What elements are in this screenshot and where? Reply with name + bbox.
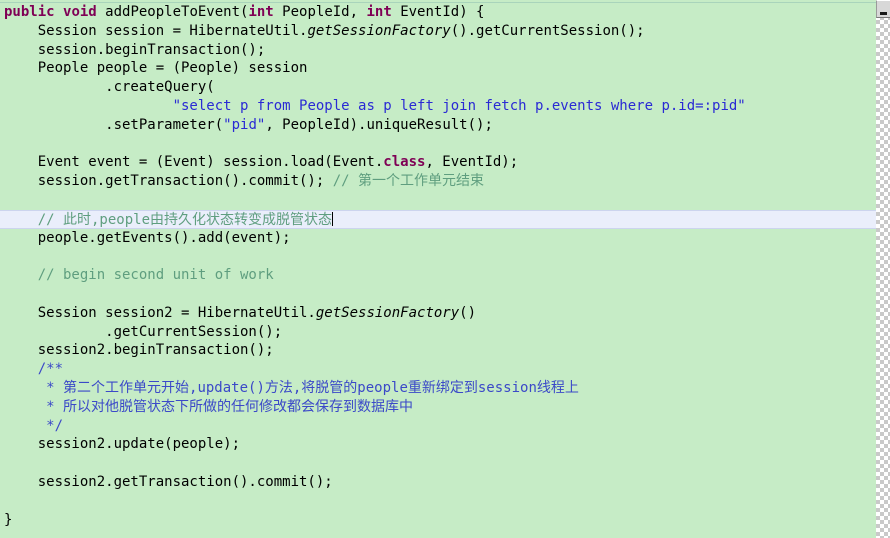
code-token-plain: } (4, 511, 13, 528)
code-line[interactable]: session.getTransaction().commit(); // 第一… (0, 172, 876, 191)
code-token-cmt: // 此时,people由持久化状态转变成脱管状态 (37, 211, 333, 228)
code-line[interactable]: "select p from People as p left join fet… (0, 97, 876, 116)
code-token-plain: .setParameter( (4, 116, 224, 133)
code-token-kw: int (248, 4, 274, 20)
code-token-plain: session2.beginTransaction(); (4, 342, 274, 359)
code-line[interactable]: */ (0, 417, 876, 436)
code-token-plain: session2.getTransaction().commit(); (4, 473, 333, 490)
code-token-str: "select p from People as p left join fet… (172, 97, 746, 114)
code-line[interactable]: } (0, 511, 876, 530)
code-line[interactable]: // 此时,people由持久化状态转变成脱管状态 (0, 209, 876, 229)
code-line[interactable]: session2.beginTransaction(); (0, 341, 876, 360)
text-caret (332, 211, 334, 226)
code-line[interactable]: Session session2 = HibernateUtil.getSess… (0, 304, 876, 323)
code-line[interactable]: .setParameter("pid", PeopleId).uniqueRes… (0, 116, 876, 135)
code-token-plain: Session session = HibernateUtil. (4, 22, 308, 39)
code-line[interactable] (0, 135, 876, 154)
code-token-plain: , PeopleId).uniqueResult(); (265, 116, 493, 133)
code-line[interactable] (0, 454, 876, 473)
code-line[interactable]: public void addPeopleToEvent(int PeopleI… (0, 3, 876, 22)
scroll-up-button[interactable] (876, 0, 890, 18)
code-token-plain: people.getEvents().add(event); (4, 229, 291, 246)
scrollbar-track[interactable] (876, 0, 890, 538)
code-line[interactable]: people.getEvents().add(event); (0, 229, 876, 248)
code-token-plain: PeopleId, (273, 4, 367, 20)
code-token-kw: public (4, 4, 55, 20)
code-line[interactable] (0, 191, 876, 210)
code-token-str: "pid" (223, 116, 266, 133)
code-token-plain: People people = (People) session (4, 60, 308, 77)
code-token-kw: void (63, 4, 97, 20)
code-line[interactable]: // begin second unit of work (0, 266, 876, 285)
code-token-plain: session.beginTransaction(); (4, 41, 266, 58)
code-token-doc: * 所以对他脱管状态下所做的任何修改都会保存到数据库中 (46, 398, 414, 415)
code-token-ital: getSessionFactory (307, 22, 451, 39)
code-line[interactable]: session2.update(people); (0, 435, 876, 454)
code-line[interactable]: * 所以对他脱管状态下所做的任何修改都会保存到数据库中 (0, 398, 876, 417)
code-line[interactable]: .getCurrentSession(); (0, 323, 876, 342)
code-line[interactable] (0, 492, 876, 511)
code-token-ital: getSessionFactory (315, 304, 460, 321)
code-token-doc: */ (46, 417, 64, 434)
code-line[interactable]: People people = (People) session (0, 59, 876, 78)
code-line[interactable]: /** (0, 360, 876, 379)
code-token-doc: * 第二个工作单元开始,update()方法,将脱管的people重新绑定到se… (46, 379, 579, 396)
code-token-plain: Event event = (Event) session.load(Event… (4, 154, 384, 171)
code-line[interactable]: * 第二个工作单元开始,update()方法,将脱管的people重新绑定到se… (0, 379, 876, 398)
code-token-plain: Session session2 = HibernateUtil. (4, 304, 316, 321)
code-token-kw: class (383, 154, 426, 171)
code-text-area[interactable]: public void addPeopleToEvent(int PeopleI… (0, 3, 876, 538)
code-line[interactable]: session2.getTransaction().commit(); (0, 473, 876, 492)
code-line[interactable] (0, 247, 876, 266)
code-token-plain: .getCurrentSession(); (4, 323, 283, 340)
code-line[interactable]: .createQuery( (0, 78, 876, 97)
code-line[interactable]: session.beginTransaction(); (0, 41, 876, 60)
code-token-kw: int (366, 4, 392, 20)
code-token-plain: () (459, 304, 477, 321)
code-line[interactable]: Event event = (Event) session.load(Event… (0, 153, 876, 172)
chevron-up-icon (880, 12, 887, 15)
code-token-plain: EventId) { (391, 4, 485, 20)
code-line[interactable] (0, 285, 876, 304)
code-token-plain: session.getTransaction().commit(); (4, 173, 333, 190)
code-token-plain: addPeopleToEvent( (96, 4, 249, 20)
code-token-plain: , EventId); (425, 154, 519, 171)
code-token-doc: /** (37, 361, 64, 378)
code-token-cmt: // 第一个工作单元结束 (332, 173, 485, 190)
code-editor-screenshot: public void addPeopleToEvent(int PeopleI… (0, 0, 890, 538)
code-token-plain: .createQuery( (4, 79, 215, 96)
code-token-plain: session2.update(people); (4, 436, 241, 453)
code-line[interactable]: Session session = HibernateUtil.getSessi… (0, 22, 876, 41)
code-token-cmt: // begin second unit of work (37, 267, 274, 284)
code-token-plain: ().getCurrentSession(); (450, 22, 645, 39)
